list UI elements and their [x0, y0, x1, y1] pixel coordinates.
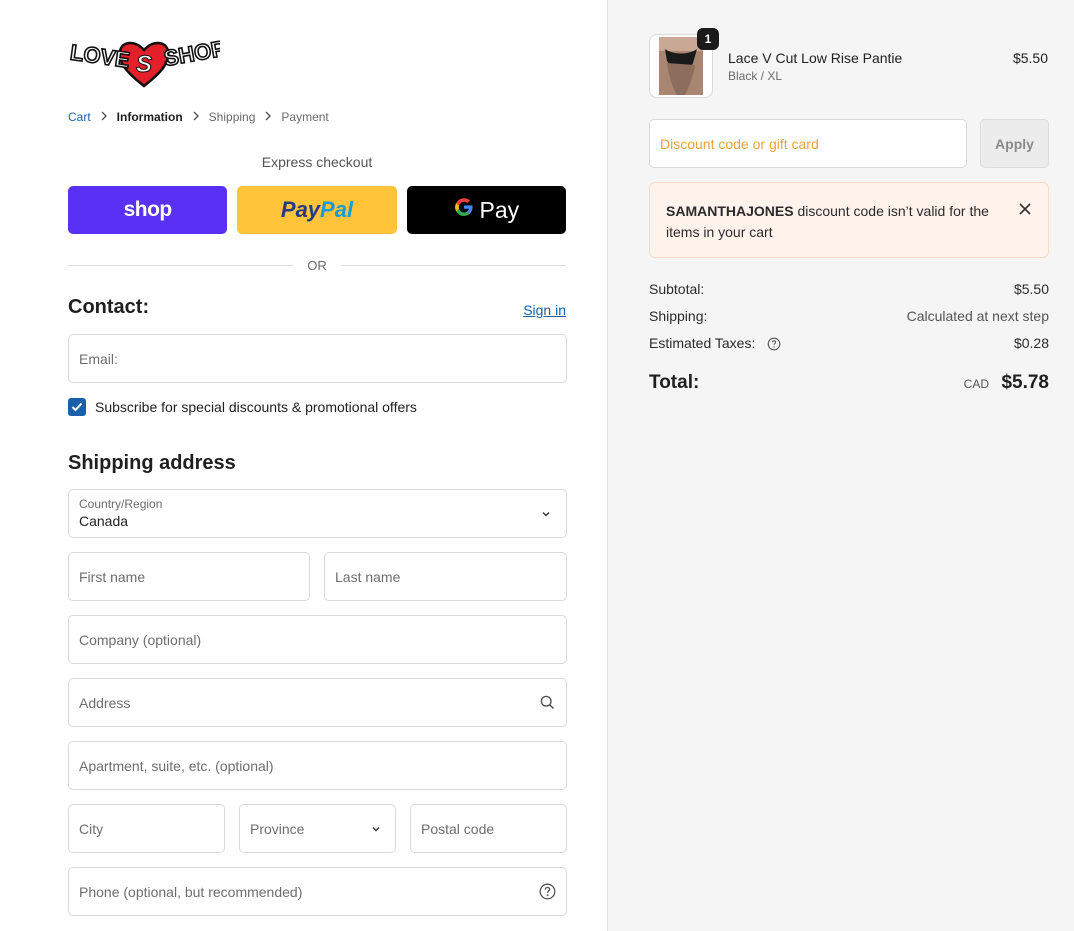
- chevron-down-icon: [540, 507, 552, 525]
- first-name-field[interactable]: [68, 552, 310, 601]
- breadcrumb: Cart Information Shipping Payment: [68, 110, 329, 124]
- city-field[interactable]: [68, 804, 225, 853]
- breadcrumb-information: Information: [116, 110, 183, 124]
- product-name: Lace V Cut Low Rise Pantie: [728, 50, 903, 66]
- or-label: OR: [307, 257, 327, 273]
- or-divider: OR: [68, 256, 566, 274]
- sign-in-link[interactable]: Sign in: [523, 302, 566, 318]
- shipping-label: Shipping:: [649, 308, 708, 324]
- company-field[interactable]: [68, 615, 567, 664]
- postal-code-field[interactable]: [410, 804, 567, 853]
- shop-pay-button[interactable]: shop: [68, 186, 228, 234]
- province-placeholder: Province: [250, 820, 305, 837]
- subtotal-label: Subtotal:: [649, 281, 705, 297]
- last-name-field[interactable]: [324, 552, 567, 601]
- breadcrumb-payment: Payment: [281, 110, 329, 124]
- breadcrumb-shipping: Shipping: [208, 110, 256, 124]
- taxes-label: Estimated Taxes:: [649, 335, 756, 351]
- contact-heading: Contact:: [68, 296, 150, 318]
- checkout-main: S LOVE SHOP Cart Information Shipping Pa…: [0, 0, 607, 931]
- country-select[interactable]: Country/Region Canada: [68, 489, 567, 538]
- province-select[interactable]: Province: [239, 804, 396, 853]
- taxes-value: $0.28: [1013, 335, 1049, 351]
- shipping-value: Calculated at next step: [906, 308, 1049, 324]
- discount-code-name: SAMANTHAJONES: [666, 203, 794, 219]
- checkmark-icon: [71, 402, 83, 412]
- subtotal-row: Subtotal: $5.50: [649, 281, 1049, 297]
- express-checkout-label: Express checkout: [261, 154, 373, 170]
- first-name-input[interactable]: [79, 568, 299, 585]
- chevron-right-icon: [255, 110, 281, 124]
- search-icon[interactable]: [539, 694, 556, 712]
- store-logo[interactable]: S LOVE SHOP: [68, 32, 228, 90]
- address-input[interactable]: [79, 694, 539, 711]
- chevron-right-icon: [91, 110, 117, 124]
- express-buttons: shop Pay Pal Pay: [68, 186, 566, 234]
- order-summary: 1 Lace V Cut Low Rise Pantie Black / XL …: [607, 0, 1074, 931]
- paypal-label-part2: Pal: [320, 197, 354, 222]
- discount-code-placeholder: Discount code or gift card: [660, 135, 819, 152]
- country-label: Country/Region: [79, 497, 163, 511]
- love-shop-logo: S LOVE SHOP: [68, 35, 228, 88]
- taxes-row: Estimated Taxes: $0.28: [649, 335, 1049, 351]
- company-input[interactable]: [79, 631, 556, 648]
- shipping-row: Shipping: Calculated at next step: [649, 308, 1049, 324]
- discount-error-alert: SAMANTHAJONES discount code isn’t valid …: [649, 182, 1049, 258]
- breadcrumb-cart[interactable]: Cart: [68, 110, 91, 124]
- shop-pay-label: shop: [123, 198, 173, 221]
- svg-text:SHOP: SHOP: [162, 36, 220, 71]
- discount-code-field[interactable]: Discount code or gift card: [649, 119, 967, 168]
- google-pay-label: Pay: [479, 196, 520, 223]
- divider-line: [340, 264, 566, 266]
- product-variant: Black / XL: [728, 69, 783, 83]
- apartment-field[interactable]: [68, 741, 567, 790]
- last-name-input[interactable]: [335, 568, 556, 585]
- total-value: $5.78: [1001, 372, 1049, 393]
- help-circle-icon[interactable]: [767, 337, 781, 351]
- chevron-down-icon: [367, 820, 385, 838]
- help-circle-icon[interactable]: [539, 883, 556, 901]
- total-currency: CAD: [963, 377, 989, 391]
- total-label: Total:: [649, 372, 700, 393]
- shipping-address-heading: Shipping address: [68, 452, 236, 474]
- google-g-icon: [454, 197, 474, 223]
- chevron-right-icon: [183, 110, 209, 124]
- email-input[interactable]: [79, 350, 556, 367]
- subscribe-checkbox[interactable]: [68, 398, 86, 416]
- product-price: $5.50: [1012, 50, 1048, 66]
- paypal-label-part1: Pay: [280, 197, 321, 222]
- phone-input[interactable]: [79, 883, 539, 900]
- quantity-badge: 1: [697, 28, 719, 50]
- paypal-button[interactable]: Pay Pal: [237, 186, 397, 234]
- postal-code-input[interactable]: [421, 820, 556, 837]
- subtotal-value: $5.50: [1013, 281, 1049, 297]
- email-field[interactable]: [68, 334, 567, 383]
- apartment-input[interactable]: [79, 757, 556, 774]
- divider-line: [68, 264, 294, 266]
- city-input[interactable]: [79, 820, 214, 837]
- apply-discount-button[interactable]: Apply: [980, 119, 1049, 168]
- google-pay-button[interactable]: Pay: [406, 186, 566, 234]
- phone-field[interactable]: [68, 867, 567, 916]
- subscribe-label: Subscribe for special discounts & promot…: [95, 399, 417, 415]
- country-value: Canada: [79, 513, 129, 529]
- close-icon[interactable]: [1018, 201, 1032, 222]
- total-row: Total: CAD $5.78: [649, 372, 1049, 394]
- alert-message: SAMANTHAJONES discount code isn’t valid …: [666, 201, 996, 243]
- svg-text:S: S: [136, 51, 152, 78]
- address-field[interactable]: [68, 678, 567, 727]
- subscribe-option[interactable]: Subscribe for special discounts & promot…: [68, 398, 417, 416]
